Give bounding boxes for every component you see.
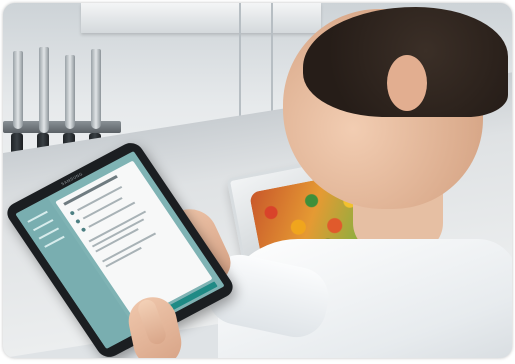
knife-blade — [91, 49, 101, 129]
knife-blade — [39, 47, 49, 133]
photo-frame: SAMSUNG — [3, 3, 512, 358]
status-icon — [80, 227, 87, 233]
exhaust-hood — [81, 3, 321, 33]
nav-item[interactable] — [38, 227, 60, 240]
status-icon — [75, 218, 81, 225]
list-item[interactable] — [88, 201, 136, 228]
status-icon — [69, 210, 76, 216]
nav-item[interactable] — [32, 219, 54, 232]
knife-blade — [65, 55, 75, 129]
list-item[interactable] — [82, 197, 123, 220]
nav-item[interactable] — [27, 210, 48, 223]
knife-blade — [13, 51, 23, 129]
chef-ear — [387, 55, 427, 111]
nav-item[interactable] — [44, 235, 65, 248]
